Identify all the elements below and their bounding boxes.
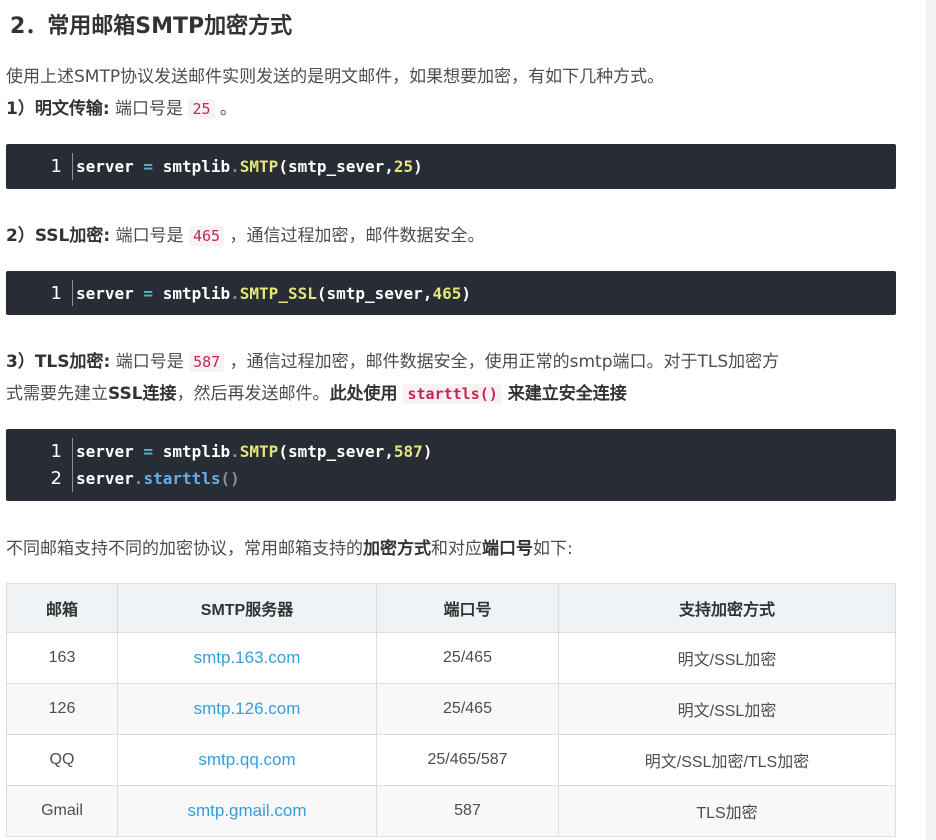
code-block-3: 1 server = smtplib.SMTP(smtp_sever,587) … bbox=[6, 429, 896, 501]
code-block-2: 1 server = smtplib.SMTP_SSL(smtp_sever,4… bbox=[6, 271, 896, 315]
code-line: 1 server = smtplib.SMTP(smtp_sever,25) bbox=[6, 153, 896, 180]
cell-encryption: 明文/SSL加密/TLS加密 bbox=[558, 734, 896, 786]
ssl-connection-bold: SSL连接 bbox=[108, 384, 177, 404]
section-heading: 2．常用邮箱SMTP加密方式 bbox=[10, 14, 293, 39]
item3-paragraph-line2: 式需要先建立SSL连接，然后再发送邮件。此处使用 starttls() 来建立安… bbox=[6, 380, 627, 408]
starttls-code: starttls() bbox=[403, 384, 502, 404]
intro-paragraph: 使用上述SMTP协议发送邮件实则发送的是明文邮件，如果想要加密，有如下几种方式。 bbox=[6, 67, 665, 87]
code-source: server = smtplib.SMTP(smtp_sever,587) bbox=[76, 442, 433, 461]
code-line: 1 server = smtplib.SMTP_SSL(smtp_sever,4… bbox=[6, 280, 896, 307]
summary-paragraph: 不同邮箱支持不同的加密协议，常用邮箱支持的加密方式和对应端口号如下: bbox=[6, 535, 573, 563]
line-number: 2 bbox=[50, 468, 62, 489]
smtp-servers-table: 邮箱 SMTP服务器 端口号 支持加密方式 163 smtp.163.com 2… bbox=[6, 583, 896, 837]
item3-text-end: ，通信过程加密，邮件数据安全，使用正常的smtp端口。对于TLS加密方 bbox=[224, 352, 780, 372]
cell-port: 25/465/587 bbox=[376, 734, 559, 786]
port-465-code: 465 bbox=[189, 226, 225, 246]
col-header-smtp-server: SMTP服务器 bbox=[117, 583, 377, 633]
code-line: 1 server = smtplib.SMTP(smtp_sever,587) bbox=[6, 438, 896, 465]
cell-port: 587 bbox=[376, 785, 559, 837]
port-25-code: 25 bbox=[188, 99, 215, 119]
item3-label: 3）TLS加密: bbox=[6, 352, 111, 372]
col-header-encryption: 支持加密方式 bbox=[558, 583, 896, 633]
item3-paragraph: 3）TLS加密: 端口号是 587 ，通信过程加密，邮件数据安全，使用正常的sm… bbox=[6, 348, 779, 376]
item3-line2-text: ，然后再发送邮件。 bbox=[176, 384, 330, 404]
summary-bold-port: 端口号 bbox=[482, 539, 533, 559]
summary-text: 如下: bbox=[533, 539, 573, 559]
item3-line2-text: 式需要先建立 bbox=[6, 384, 108, 404]
table-header-row: 邮箱 SMTP服务器 端口号 支持加密方式 bbox=[6, 583, 896, 633]
item3-note-bold: 此处使用 bbox=[329, 384, 404, 404]
col-header-mailbox: 邮箱 bbox=[6, 583, 118, 633]
cell-mailbox: QQ bbox=[6, 734, 118, 786]
code-source: server = smtplib.SMTP(smtp_sever,25) bbox=[76, 157, 423, 176]
cell-mailbox: 126 bbox=[6, 683, 118, 735]
item2-text: 端口号是 bbox=[110, 226, 189, 246]
summary-text: 和对应 bbox=[431, 539, 482, 559]
item1-paragraph: 1）明文传输: 端口号是 25 。 bbox=[6, 95, 237, 123]
summary-text: 不同邮箱支持不同的加密协议，常用邮箱支持的 bbox=[6, 539, 363, 559]
scrollbar[interactable] bbox=[926, 0, 936, 840]
cell-mailbox: 163 bbox=[6, 632, 118, 684]
smtp-server-link[interactable]: smtp.qq.com bbox=[117, 734, 377, 786]
item2-label: 2）SSL加密: bbox=[6, 226, 111, 246]
cell-mailbox: Gmail bbox=[6, 785, 118, 837]
cell-encryption: 明文/SSL加密 bbox=[558, 683, 896, 735]
item1-label: 1）明文传输: bbox=[6, 99, 110, 119]
port-587-code: 587 bbox=[189, 352, 225, 372]
line-number: 1 bbox=[50, 441, 62, 462]
code-source: server.starttls() bbox=[76, 469, 240, 488]
item2-paragraph: 2）SSL加密: 端口号是 465 ，通信过程加密，邮件数据安全。 bbox=[6, 222, 485, 250]
table-row: QQ smtp.qq.com 25/465/587 明文/SSL加密/TLS加密 bbox=[6, 734, 896, 786]
smtp-server-link[interactable]: smtp.gmail.com bbox=[117, 785, 377, 837]
smtp-server-link[interactable]: smtp.163.com bbox=[117, 632, 377, 684]
line-number: 1 bbox=[50, 283, 62, 304]
col-header-port: 端口号 bbox=[376, 583, 559, 633]
cell-port: 25/465 bbox=[376, 683, 559, 735]
line-number: 1 bbox=[50, 156, 62, 177]
cell-encryption: TLS加密 bbox=[558, 785, 896, 837]
item1-text: 端口号是 bbox=[109, 99, 189, 119]
cell-port: 25/465 bbox=[376, 632, 559, 684]
item3-note-bold-end: 来建立安全连接 bbox=[501, 384, 627, 404]
summary-bold-encryption: 加密方式 bbox=[363, 539, 431, 559]
code-block-1: 1 server = smtplib.SMTP(smtp_sever,25) bbox=[6, 144, 896, 189]
table-row: 126 smtp.126.com 25/465 明文/SSL加密 bbox=[6, 683, 896, 735]
item1-text-end: 。 bbox=[214, 99, 237, 119]
code-line: 2 server.starttls() bbox=[6, 465, 896, 492]
table-row: Gmail smtp.gmail.com 587 TLS加密 bbox=[6, 785, 896, 837]
code-source: server = smtplib.SMTP_SSL(smtp_sever,465… bbox=[76, 284, 471, 303]
cell-encryption: 明文/SSL加密 bbox=[558, 632, 896, 684]
item3-text: 端口号是 bbox=[110, 352, 190, 372]
smtp-server-link[interactable]: smtp.126.com bbox=[117, 683, 377, 735]
table-row: 163 smtp.163.com 25/465 明文/SSL加密 bbox=[6, 632, 896, 684]
item2-text-end: ，通信过程加密，邮件数据安全。 bbox=[224, 226, 485, 246]
